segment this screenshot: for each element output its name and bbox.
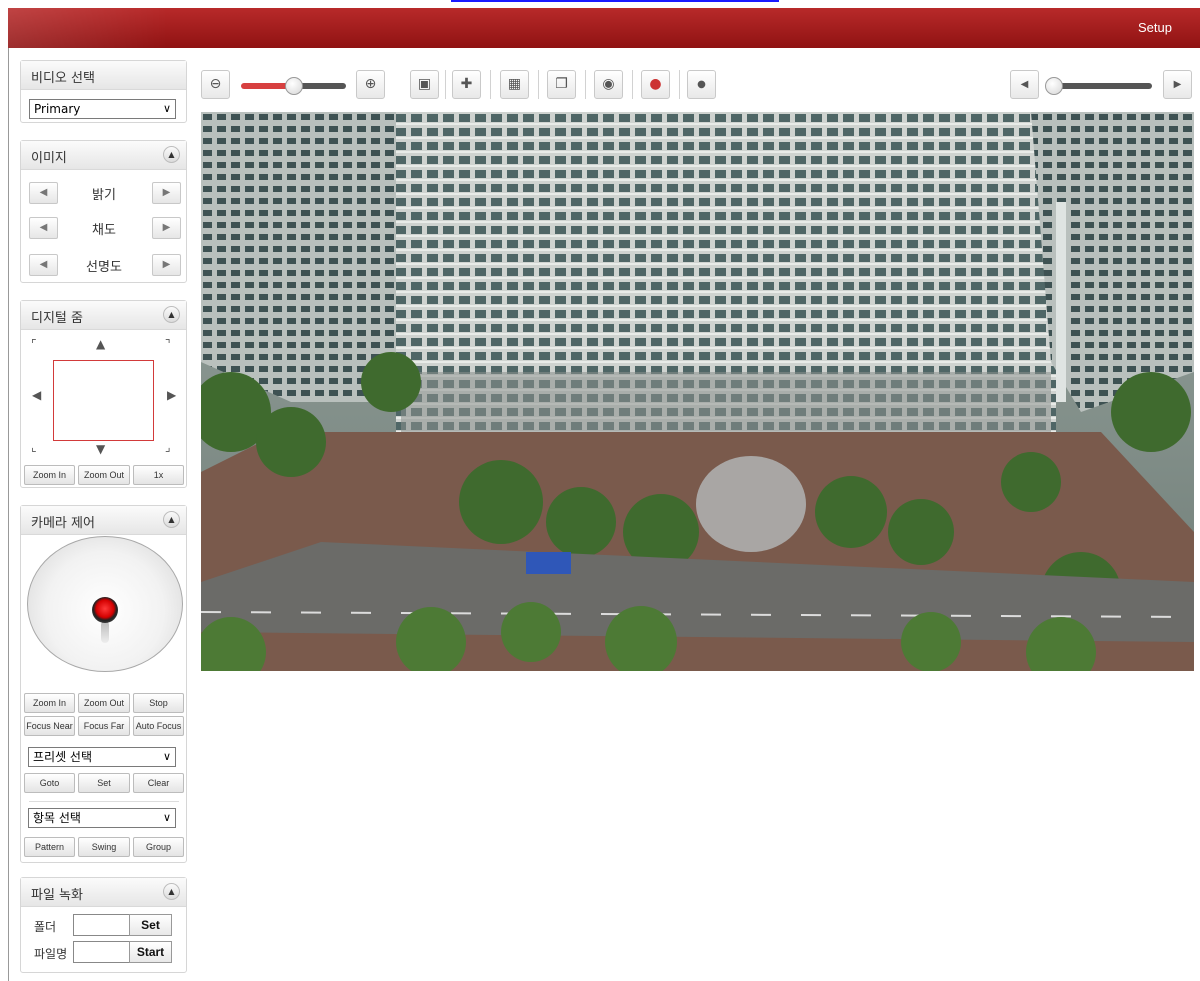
volume-right-icon[interactable]: ▶ <box>1163 70 1192 99</box>
group-button[interactable]: Group <box>133 837 184 857</box>
joystick-knob[interactable] <box>92 597 118 623</box>
pan-up-right-icon[interactable]: ⌝ <box>165 337 171 351</box>
folder-set-button[interactable]: Set <box>129 914 172 936</box>
collapse-icon[interactable]: ▲ <box>163 306 180 323</box>
preset-select[interactable]: 프리셋 선택 ∨ <box>28 747 176 767</box>
filename-label: 파일명 <box>34 947 68 961</box>
saturation-label: 채도 <box>92 223 116 238</box>
chevron-down-icon: ∨ <box>162 102 171 115</box>
item-select[interactable]: 항목 선택 ∨ <box>28 808 176 828</box>
camera-control-header: 카메라 제어 ▲ <box>21 506 186 535</box>
toolbar-separator <box>632 70 633 99</box>
sharpness-decrease-button[interactable]: ◀ <box>29 254 58 276</box>
video-frame <box>201 112 1194 671</box>
copy-icon[interactable]: ❐ <box>547 70 576 99</box>
brightness-decrease-button[interactable]: ◀ <box>29 182 58 204</box>
digital-zoom-out-button[interactable]: Zoom Out <box>78 465 130 485</box>
pan-down-right-icon[interactable]: ⌟ <box>165 440 171 454</box>
image-panel-title: 이미지 <box>31 151 67 166</box>
focus-near-button[interactable]: Focus Near <box>24 716 75 736</box>
video-stream-select[interactable]: Primary ∨ <box>29 99 176 119</box>
sharpness-increase-button[interactable]: ▶ <box>152 254 181 276</box>
sharpness-label: 선명도 <box>86 260 122 275</box>
file-record-panel: 파일 녹화 ▲ 폴더 Set 파일명 Start <box>20 877 187 973</box>
auto-focus-button[interactable]: Auto Focus <box>133 716 184 736</box>
motion-icon[interactable]: ✚ <box>452 70 481 99</box>
divider <box>29 801 179 802</box>
image-panel-header: 이미지 ▲ <box>21 141 186 170</box>
collapse-icon[interactable]: ▲ <box>163 146 180 163</box>
saturation-decrease-button[interactable]: ◀ <box>29 217 58 239</box>
file-record-header: 파일 녹화 ▲ <box>21 878 186 907</box>
pan-up-icon[interactable]: ▲ <box>96 337 105 351</box>
digital-zoom-title: 디지털 줌 <box>31 311 83 326</box>
pan-left-icon[interactable]: ◀ <box>32 388 41 402</box>
zoom-in-icon[interactable]: ⊕ <box>356 70 385 99</box>
pan-down-icon[interactable]: ▼ <box>96 442 105 456</box>
pan-down-left-icon[interactable]: ⌞ <box>31 440 37 454</box>
preset-clear-button[interactable]: Clear <box>133 773 184 793</box>
toolbar-separator <box>490 70 491 99</box>
camera-control-panel: 카메라 제어 ▲ Zoom In Zoom Out Stop Focus Nea… <box>20 505 187 863</box>
filename-input[interactable] <box>73 941 130 963</box>
video-select-panel: 비디오 선택 Primary ∨ <box>20 60 187 123</box>
toolbar-separator <box>585 70 586 99</box>
volume-slider-track[interactable] <box>1048 83 1152 89</box>
folder-label: 폴더 <box>34 920 57 934</box>
digital-zoom-reset-button[interactable]: 1x <box>133 465 184 485</box>
toolbar-separator <box>679 70 680 99</box>
toolbar-separator <box>445 70 446 99</box>
camera-stop-button[interactable]: Stop <box>133 693 184 713</box>
preset-goto-button[interactable]: Goto <box>24 773 75 793</box>
camera-video-feed[interactable] <box>201 112 1194 671</box>
capture-icon[interactable]: ▦ <box>500 70 529 99</box>
toolbar-separator <box>538 70 539 99</box>
pan-up-left-icon[interactable]: ⌜ <box>31 337 37 351</box>
record-icon[interactable]: ● <box>687 70 716 99</box>
joystick-shaft <box>101 621 109 643</box>
volume-slider-knob[interactable] <box>1045 77 1063 95</box>
video-select-header: 비디오 선택 <box>21 61 186 90</box>
volume-left-icon[interactable]: ◀ <box>1010 70 1039 99</box>
digital-zoom-panel: 디지털 줌 ▲ ⌜ ▲ ⌝ ◀ ▶ ⌞ ▼ ⌟ Zoom In Zoom Out… <box>20 300 187 488</box>
preset-select-value: 프리셋 선택 <box>33 750 93 764</box>
header-shine <box>8 8 168 48</box>
snapshot-icon[interactable]: ◉ <box>594 70 623 99</box>
record-start-button[interactable]: Start <box>129 941 172 963</box>
top-link-underline <box>451 0 779 2</box>
chevron-down-icon: ∨ <box>162 811 171 824</box>
file-record-title: 파일 녹화 <box>31 888 83 903</box>
swing-button[interactable]: Swing <box>78 837 130 857</box>
camera-zoom-in-button[interactable]: Zoom In <box>24 693 75 713</box>
zoom-region-box[interactable] <box>53 360 154 441</box>
brightness-increase-button[interactable]: ▶ <box>152 182 181 204</box>
preset-set-button[interactable]: Set <box>78 773 130 793</box>
item-select-value: 항목 선택 <box>33 811 81 825</box>
saturation-increase-button[interactable]: ▶ <box>152 217 181 239</box>
digital-zoom-header: 디지털 줌 ▲ <box>21 301 186 330</box>
audio-icon[interactable]: ● <box>641 70 670 99</box>
image-panel: 이미지 ▲ ◀ 밝기 ▶ ◀ 채도 ▶ ◀ 선명도 ▶ <box>20 140 187 283</box>
ptz-joystick-pad[interactable] <box>27 536 183 672</box>
pan-right-icon[interactable]: ▶ <box>167 388 176 402</box>
camera-zoom-out-button[interactable]: Zoom Out <box>78 693 130 713</box>
left-edge-line <box>8 48 9 981</box>
focus-far-button[interactable]: Focus Far <box>78 716 130 736</box>
collapse-icon[interactable]: ▲ <box>163 511 180 528</box>
brightness-label: 밝기 <box>92 188 116 203</box>
header-bar: Setup <box>8 8 1200 48</box>
folder-input[interactable] <box>73 914 130 936</box>
zoom-out-icon[interactable]: ⊖ <box>201 70 230 99</box>
fullscreen-icon[interactable]: ▣ <box>410 70 439 99</box>
camera-control-title: 카메라 제어 <box>31 516 95 531</box>
pattern-button[interactable]: Pattern <box>24 837 75 857</box>
video-select-title: 비디오 선택 <box>31 71 95 86</box>
chevron-down-icon: ∨ <box>162 750 171 763</box>
digital-zoom-in-button[interactable]: Zoom In <box>24 465 75 485</box>
video-stream-value: Primary <box>34 102 81 116</box>
collapse-icon[interactable]: ▲ <box>163 883 180 900</box>
setup-link[interactable]: Setup <box>1138 20 1172 35</box>
zoom-slider-knob[interactable] <box>285 77 303 95</box>
